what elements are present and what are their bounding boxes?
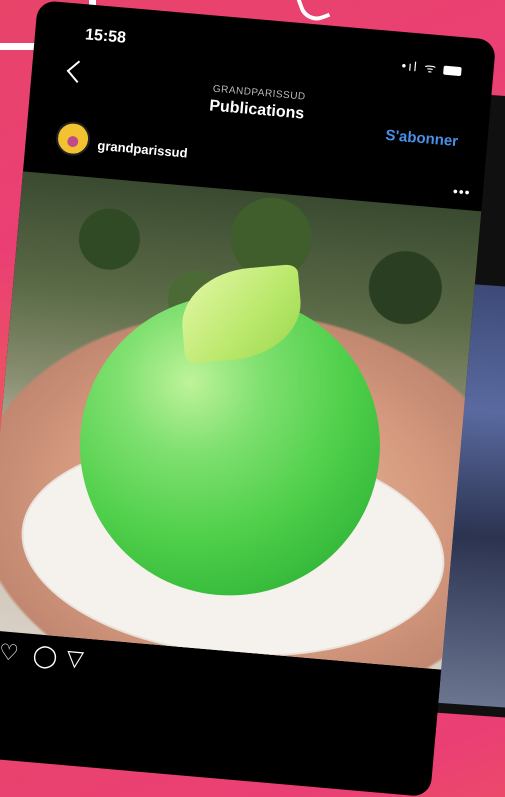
instagram-phone-screen: 15:58 •ıl ᯤ GRANDPARISSUD Publications S… bbox=[0, 0, 497, 797]
avatar[interactable] bbox=[54, 120, 92, 157]
battery-icon bbox=[443, 65, 462, 77]
more-options-icon[interactable]: ••• bbox=[452, 183, 471, 200]
status-time: 15:58 bbox=[84, 26, 127, 47]
back-icon[interactable] bbox=[66, 60, 90, 84]
logo-swash-decoration bbox=[295, 0, 331, 26]
signal-wifi-icon: •ıl ᯤ bbox=[401, 57, 439, 77]
share-icon[interactable]: ▽ bbox=[66, 645, 85, 671]
post-image[interactable] bbox=[0, 171, 482, 670]
status-icons: •ıl ᯤ bbox=[401, 56, 463, 79]
post-username[interactable]: grandparissud bbox=[97, 138, 188, 161]
like-heart-icon[interactable]: ♡ bbox=[0, 639, 20, 666]
comment-icon[interactable]: ◯ bbox=[32, 642, 59, 669]
follow-button[interactable]: S'abonner bbox=[385, 127, 459, 150]
